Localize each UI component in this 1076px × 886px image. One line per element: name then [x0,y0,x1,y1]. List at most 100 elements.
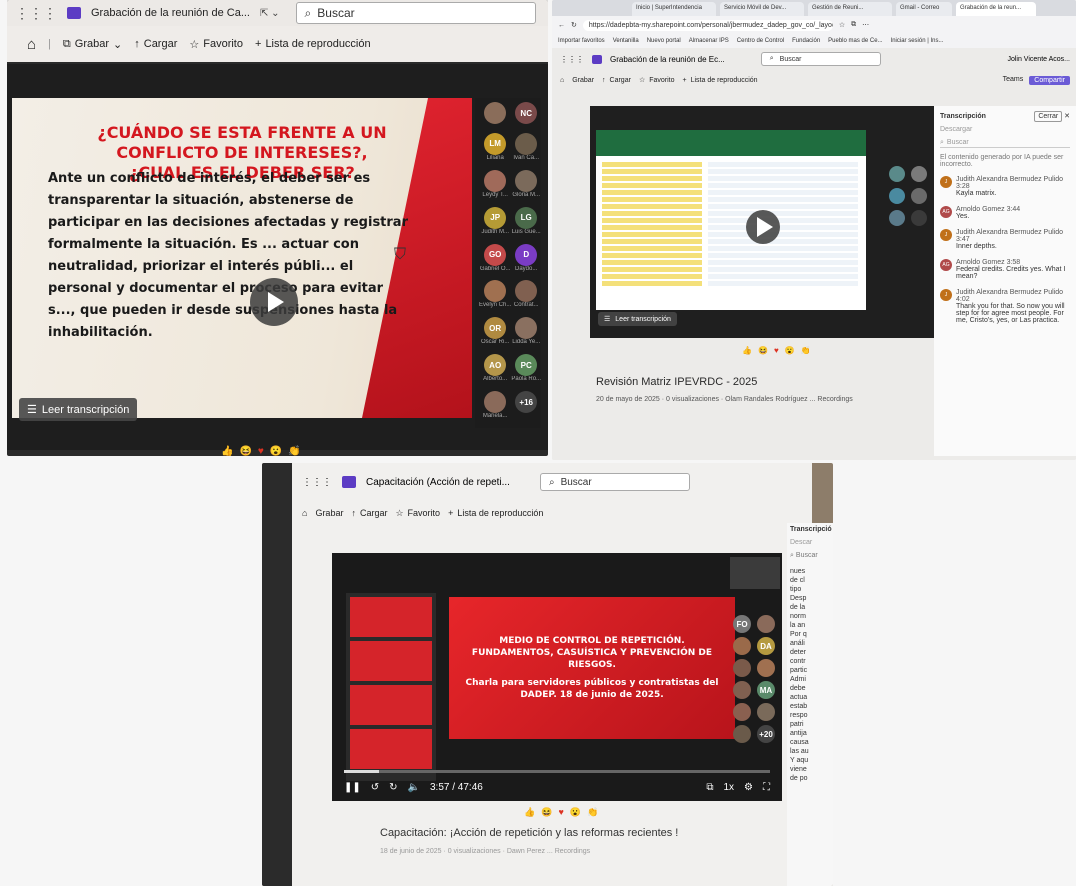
download-button[interactable]: Descar [790,539,830,546]
laugh-icon[interactable]: 😆 [541,807,552,818]
participant-tile[interactable]: Mariela... [479,391,511,424]
transcript-search[interactable]: ⌕ Buscar [940,139,1070,148]
slide-thumbnail[interactable] [350,729,432,769]
participant-tile[interactable]: OR Oscar Ri... [479,317,511,350]
slide-thumbnail[interactable] [350,597,432,637]
heart-icon[interactable]: ♥ [558,807,563,818]
bookmark-item[interactable]: Iniciar sesión | Ins... [891,38,944,44]
bookmark-item[interactable]: Centro de Control [737,38,784,44]
laugh-icon[interactable]: 😆 [758,346,768,355]
participant-tile[interactable]: PC Paola Ro... [511,354,541,387]
participant-tile[interactable] [479,102,511,129]
star-icon[interactable]: ☆ [839,21,845,29]
search-box[interactable]: ⌕ Buscar [295,2,536,24]
search-box[interactable]: ⌕ Buscar [760,52,881,66]
favorite-button[interactable]: ☆ Favorito [395,508,440,519]
browser-tab[interactable]: Inicio | SuperIntendencia [632,2,716,16]
participant-tile[interactable]: Evelyn Ch... [479,280,511,313]
browser-tab[interactable]: Gmail - Correo [896,2,952,16]
search-box[interactable]: ⌕ Buscar [539,473,690,491]
browser-tab-active[interactable]: Grabación de la reun... [956,2,1036,16]
thumbs-up-icon[interactable]: 👍 [524,807,535,818]
slide-thumbnail[interactable] [350,641,432,681]
browser-tab[interactable]: Servicio Móvil de Dev... [720,2,804,16]
playlist-button[interactable]: + Lista de reproducción [255,38,371,50]
participant-tile[interactable]: AO Alberto... [479,354,511,387]
video-player[interactable]: MEDIO DE CONTROL DE REPETICIÓN. FUNDAMEN… [332,553,782,801]
laugh-icon[interactable]: 😆 [239,446,251,456]
extensions-icon[interactable]: ⧉ [851,21,856,29]
close-button[interactable]: Cerrar [1034,111,1063,122]
home-icon[interactable]: ⌂ [560,77,564,84]
playlist-button[interactable]: + Lista de reproducción [448,508,543,518]
participant-tile[interactable]: LM Liliana [479,132,511,166]
upload-button[interactable]: ↑ Cargar [602,77,631,84]
heart-icon[interactable]: ♥ [258,446,264,456]
url-field[interactable]: https://dadepbta-my.sharepoint.com/perso… [582,19,833,31]
clap-icon[interactable]: 👏 [587,807,598,818]
share-button[interactable]: Compartir [1029,75,1070,85]
wow-icon[interactable]: 😮 [570,807,581,818]
thumbs-up-icon[interactable]: 👍 [742,346,752,355]
upload-button[interactable]: ↑ Cargar [351,508,387,518]
back-icon[interactable]: ← [558,22,565,29]
thumbs-up-icon[interactable]: 👍 [221,446,233,456]
browser-tab[interactable]: Gestión de Reuni... [808,2,892,16]
record-button[interactable]: ⧉ Grabar ⌄ [63,38,122,51]
video-player[interactable]: ☰ Leer transcripción [590,106,936,338]
record-button[interactable]: Grabar [315,508,343,518]
more-icon[interactable]: ⋯ [862,21,869,29]
bookmark-item[interactable]: Fundación [792,38,820,44]
clap-icon[interactable]: 👏 [288,446,300,456]
participant-tile[interactable]: LG Luis Gue... [511,206,541,240]
participant-tile[interactable]: Ivan Ca... [511,132,541,166]
favorite-button[interactable]: ☆ Favorito [189,38,243,51]
participant-tile[interactable]: +16 [511,391,541,424]
speed-button[interactable]: 1x [723,782,734,793]
bookmark-item[interactable]: Pueblo mas de Ce... [828,38,882,44]
clap-icon[interactable]: 👏 [801,346,811,355]
captions-icon[interactable]: ⧉ [706,782,713,793]
participant-tile[interactable]: JP Judith M... [479,206,511,240]
heart-icon[interactable]: ♥ [774,346,779,355]
teams-button[interactable]: Teams [1003,76,1024,85]
bookmark-item[interactable]: Nuevo portal [647,38,681,44]
transcript-search[interactable]: ⌕ Buscar [790,552,830,560]
slide-thumbnail[interactable] [350,685,432,725]
record-button[interactable]: Grabar [572,77,594,84]
playlist-button[interactable]: + Lista de reproducción [683,77,758,84]
participant-tile[interactable]: D Daydo... [511,243,541,277]
participant-tile[interactable]: Lidda Ye... [511,317,541,350]
wow-icon[interactable]: 😮 [785,346,795,355]
rewind-icon[interactable]: ↺ [371,782,379,793]
participant-tile[interactable]: NC [511,102,541,129]
participant-tile[interactable]: Leydy T... [479,169,511,203]
user-name[interactable]: Jolin Vicente Acos... [1007,56,1070,63]
app-launcher-icon[interactable]: ⋮⋮⋮ [560,55,584,64]
bookmark-item[interactable]: Importar favoritos [558,38,605,44]
app-launcher-icon[interactable]: ⋮⋮⋮ [15,5,57,22]
volume-icon[interactable]: 🔈 [408,782,420,793]
read-transcript-button[interactable]: ☰ Leer transcripción [598,312,677,326]
play-button[interactable] [250,278,298,326]
participant-tile[interactable]: GO Gabriel O... [479,243,511,277]
home-icon[interactable]: ⌂ [27,36,36,53]
fullscreen-icon[interactable]: ⛶ [763,782,770,793]
wow-icon[interactable]: 😮 [270,446,282,456]
bookmark-item[interactable]: Ventanilla [613,38,639,44]
settings-icon[interactable]: ⚙ [744,782,753,793]
video-player[interactable]: ¿CUÁNDO SE ESTA FRENTE A UN CONFLICTO DE… [7,64,548,450]
play-button[interactable] [746,210,780,244]
participant-tile[interactable]: Contrat... [511,280,541,313]
bookmark-item[interactable]: Almacenar IPS [689,38,729,44]
favorite-button[interactable]: ☆ Favorito [639,76,675,85]
upload-button[interactable]: ↑ Cargar [134,38,177,50]
participant-tile[interactable]: Gloria M... [511,169,541,203]
reload-icon[interactable]: ↻ [571,21,577,29]
read-transcript-button[interactable]: ☰ Leer transcripción [19,398,138,421]
download-button[interactable]: Descargar [940,126,1070,133]
app-launcher-icon[interactable]: ⋮⋮⋮ [302,477,332,488]
share-icon[interactable]: ⇱ ⌄ [260,8,280,19]
close-icon[interactable]: ✕ [1064,113,1070,120]
forward-icon[interactable]: ↻ [389,782,397,793]
